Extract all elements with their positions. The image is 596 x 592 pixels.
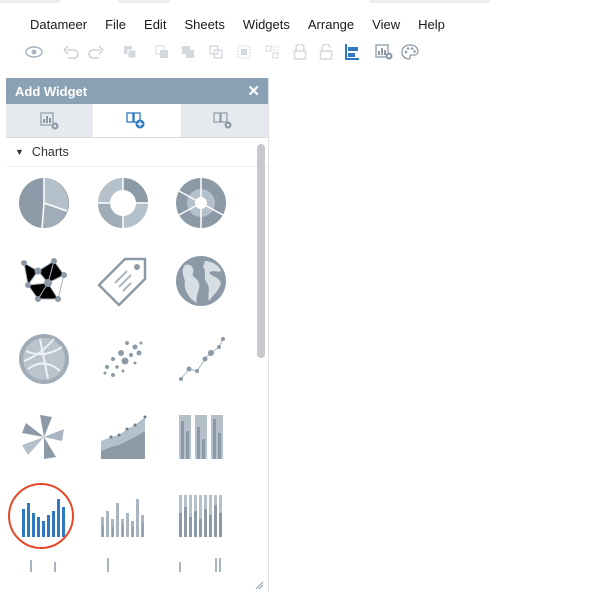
bubble-scatter-icon[interactable] — [88, 324, 158, 394]
ungroup-icon[interactable] — [262, 42, 282, 62]
theme-palette-icon[interactable] — [400, 42, 420, 62]
paste-icon[interactable] — [152, 42, 172, 62]
menu-datameer[interactable]: Datameer — [0, 17, 96, 32]
align-left-icon[interactable] — [342, 42, 362, 62]
pie-chart-icon[interactable] — [9, 168, 79, 238]
tag-cloud-icon[interactable] — [88, 246, 158, 316]
world-map-icon[interactable] — [166, 246, 236, 316]
bring-front-icon[interactable] — [178, 42, 198, 62]
chord-chart-icon[interactable] — [9, 324, 79, 394]
section-label: Charts — [31, 145, 69, 159]
menu-edit[interactable]: Edit — [135, 17, 175, 32]
scrollbar-thumb[interactable] — [257, 144, 265, 358]
highlight-circle — [8, 483, 74, 549]
chart-settings-icon — [40, 111, 59, 129]
network-graph-icon[interactable] — [9, 246, 79, 316]
donut-chart-icon[interactable] — [88, 168, 158, 238]
tab-chart-settings[interactable] — [6, 104, 93, 137]
redo-icon[interactable] — [86, 42, 106, 62]
charts-section-header[interactable]: ▼ Charts — [6, 138, 268, 167]
step-chart-icon[interactable] — [88, 558, 158, 588]
stacked-bar-icon[interactable] — [166, 480, 236, 550]
menu-bar: Datameer File Edit Sheets Widgets Arrang… — [0, 10, 596, 38]
lock-icon[interactable] — [290, 42, 310, 62]
caret-down-icon: ▼ — [15, 147, 24, 157]
panel-title: Add Widget — [15, 83, 88, 99]
copy-icon[interactable] — [120, 42, 140, 62]
undo-icon[interactable] — [61, 42, 81, 62]
menu-arrange[interactable]: Arrange — [299, 17, 363, 32]
sunburst-chart-icon[interactable] — [166, 168, 236, 238]
tab-add-widget[interactable] — [93, 104, 181, 137]
toolbar — [0, 40, 596, 66]
line-chart-icon[interactable] — [9, 558, 79, 588]
line-scatter-icon[interactable] — [166, 324, 236, 394]
menu-widgets[interactable]: Widgets — [234, 17, 299, 32]
close-icon[interactable]: ✕ — [247, 82, 260, 100]
panel-tabs — [6, 104, 268, 138]
add-widget-icon — [126, 111, 145, 128]
combo-chart-icon[interactable] — [166, 558, 236, 588]
area-chart-icon[interactable] — [88, 402, 158, 472]
window-top-strip — [0, 0, 596, 8]
menu-sheets[interactable]: Sheets — [175, 17, 233, 32]
menu-file[interactable]: File — [96, 17, 135, 32]
widget-settings-icon — [213, 111, 232, 128]
eye-icon[interactable] — [24, 42, 44, 62]
stacked-column-icon[interactable] — [166, 402, 236, 472]
unlock-icon[interactable] — [316, 42, 336, 62]
panel-header: Add Widget ✕ — [6, 78, 268, 104]
menu-help[interactable]: Help — [409, 17, 454, 32]
add-widget-icon[interactable] — [374, 42, 394, 62]
group-icon[interactable] — [234, 42, 254, 62]
radar-pie-icon[interactable] — [9, 402, 79, 472]
tab-widget-settings[interactable] — [181, 104, 268, 137]
menu-view[interactable]: View — [363, 17, 409, 32]
send-back-icon[interactable] — [206, 42, 226, 62]
resize-handle-icon[interactable] — [254, 580, 264, 590]
grouped-column-icon[interactable] — [88, 480, 158, 550]
